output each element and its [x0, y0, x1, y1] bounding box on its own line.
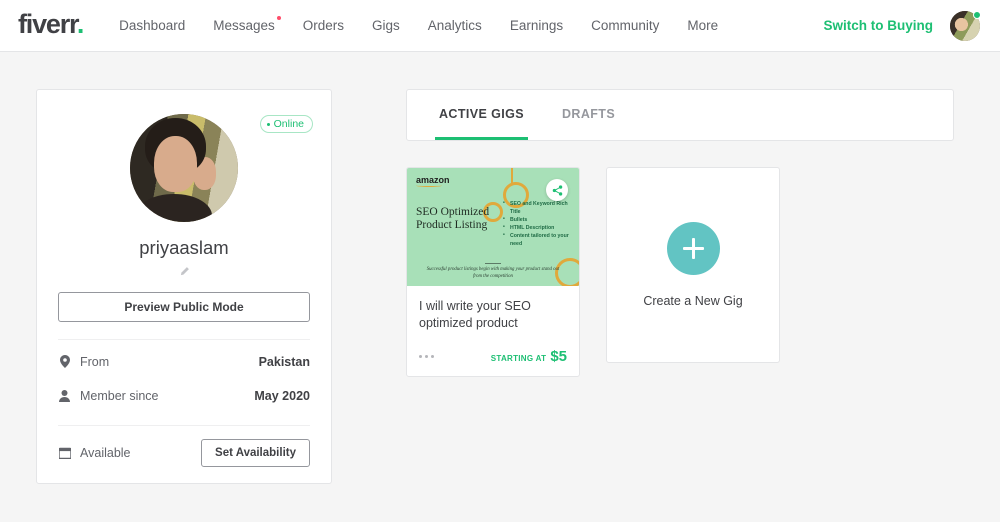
nav-item-messages[interactable]: Messages: [213, 16, 281, 33]
thumb-title: SEO Optimized Product Listing: [416, 206, 490, 231]
switch-to-buying-link[interactable]: Switch to Buying: [824, 18, 934, 33]
gigs-panel: ACTIVE GIGS DRAFTS amazon SEO Optimized …: [406, 89, 954, 484]
avatar[interactable]: [950, 10, 981, 41]
thumb-bullet: SEO and Keyword Rich Title: [503, 199, 579, 216]
gig-card-footer: STARTING AT $5: [407, 332, 579, 376]
nav-item-gigs[interactable]: Gigs: [372, 18, 400, 33]
detail-value: May 2020: [254, 388, 310, 403]
create-new-gig-card[interactable]: Create a New Gig: [606, 167, 780, 363]
nav-item-analytics[interactable]: Analytics: [428, 18, 482, 33]
thumb-bullet: HTML Description: [503, 223, 579, 232]
plus-horizontal-bar: [682, 247, 704, 250]
main-nav: Dashboard Messages Orders Gigs Analytics…: [119, 16, 718, 33]
thumb-tagline: Successful product listings begin with m…: [426, 267, 560, 279]
create-new-gig-label: Create a New Gig: [643, 294, 743, 308]
avatar-online-dot: [973, 10, 981, 19]
more-dots-icon[interactable]: [419, 355, 434, 358]
price-label: STARTING AT: [490, 354, 547, 363]
calendar-icon: [58, 447, 71, 459]
page-body: Online priyaaslam Preview Public Mode Fr…: [0, 52, 1000, 484]
price-value: $5: [550, 348, 567, 365]
share-button[interactable]: [546, 179, 568, 201]
nav-label: Messages: [213, 18, 275, 33]
messages-notification-dot: [276, 16, 281, 20]
online-label: Online: [273, 118, 304, 130]
nav-item-earnings[interactable]: Earnings: [510, 18, 563, 33]
location-pin-icon: [58, 355, 71, 368]
detail-label: Member since: [80, 388, 159, 403]
tab-active-gigs[interactable]: ACTIVE GIGS: [435, 90, 528, 140]
nav-label: Analytics: [427, 18, 482, 33]
logo-dot: .: [76, 8, 85, 39]
gig-card[interactable]: amazon SEO Optimized Product Listing SEO…: [406, 167, 580, 377]
nav-label: Earnings: [509, 18, 564, 33]
top-navigation-bar: fiverr. Dashboard Messages Orders Gigs A…: [0, 0, 1000, 52]
profile-detail-from: From Pakistan: [58, 349, 310, 374]
thumb-tagline-wrap: Successful product listings begin with m…: [407, 263, 579, 280]
share-icon: [552, 184, 562, 196]
nav-item-more[interactable]: More: [687, 18, 718, 33]
plus-icon: [666, 222, 720, 275]
set-availability-button[interactable]: Set Availability: [201, 439, 310, 467]
nav-label: More: [687, 18, 719, 33]
thumb-bullet-list: SEO and Keyword Rich Title Bullets HTML …: [503, 199, 579, 248]
availability-row: Available Set Availability: [58, 426, 310, 483]
logo-text: fiverr: [18, 8, 78, 39]
availability-label: Available: [80, 446, 131, 460]
tab-drafts[interactable]: DRAFTS: [558, 90, 619, 140]
gig-grid: amazon SEO Optimized Product Listing SEO…: [406, 167, 954, 377]
gigs-tabs: ACTIVE GIGS DRAFTS: [406, 89, 954, 141]
nav-label: Community: [591, 18, 660, 33]
tab-label: ACTIVE GIGS: [439, 106, 524, 121]
thumb-bullet: Content tailored to your need: [503, 231, 579, 248]
nav-label: Orders: [302, 18, 345, 33]
person-icon: [58, 389, 71, 402]
nav-item-community[interactable]: Community: [591, 18, 659, 33]
profile-card: Online priyaaslam Preview Public Mode Fr…: [36, 89, 332, 484]
online-dot-icon: [266, 122, 270, 126]
thumb-brand-text: amazon: [416, 175, 450, 185]
profile-detail-member-since: Member since May 2020: [58, 383, 310, 408]
detail-value: Pakistan: [258, 354, 310, 369]
tab-label: DRAFTS: [561, 106, 616, 121]
nav-item-orders[interactable]: Orders: [303, 18, 344, 33]
preview-public-mode-button[interactable]: Preview Public Mode: [58, 292, 310, 322]
divider: [58, 339, 310, 340]
page-title: priyaaslam: [139, 237, 229, 258]
header-actions: Switch to Buying: [824, 10, 981, 41]
profile-avatar[interactable]: [130, 114, 238, 222]
thumb-brand-logo: amazon: [416, 175, 450, 187]
fiverr-logo[interactable]: fiverr.: [18, 8, 85, 39]
profile-avatar-face: [153, 135, 197, 192]
thumb-rule: [485, 263, 501, 264]
nav-label: Gigs: [372, 18, 400, 33]
nav-label: Dashboard: [119, 18, 186, 33]
gig-title[interactable]: I will write your SEO optimized product: [419, 298, 567, 332]
gig-price: STARTING AT $5: [491, 348, 567, 365]
edit-username-row[interactable]: [58, 266, 310, 277]
detail-label: From: [80, 354, 110, 369]
status-badge: Online: [259, 115, 313, 133]
thumb-bullet: Bullets: [503, 215, 579, 224]
gig-card-body: I will write your SEO optimized product: [407, 286, 579, 332]
gig-thumbnail: amazon SEO Optimized Product Listing SEO…: [407, 168, 579, 286]
pencil-icon[interactable]: [179, 266, 190, 277]
nav-item-dashboard[interactable]: Dashboard: [119, 18, 185, 33]
